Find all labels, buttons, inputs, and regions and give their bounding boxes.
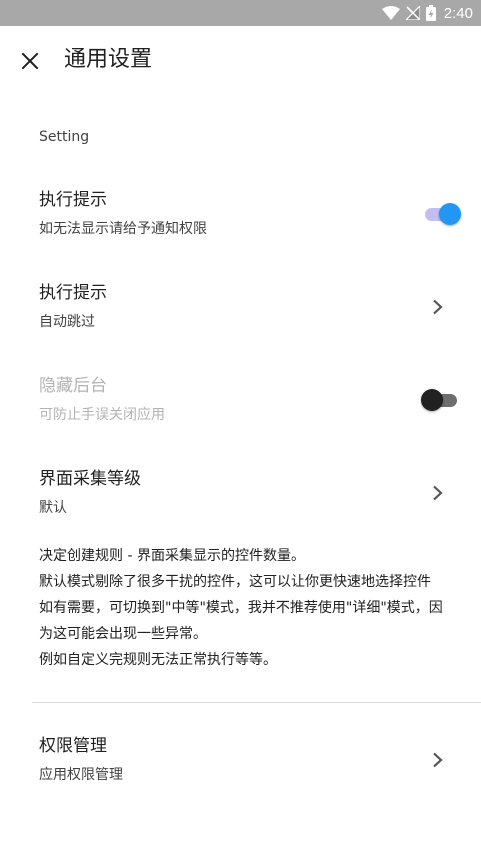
setting-subtitle: 如无法显示请给予通知权限 <box>39 221 207 237</box>
close-icon <box>21 52 39 70</box>
wifi-icon <box>381 6 400 20</box>
setting-row-permissions[interactable]: 权限管理 应用权限管理 <box>0 726 481 798</box>
description-line: 默认模式剔除了很多干扰的控件，这可以让你更快速地选择控件 <box>39 574 431 590</box>
description-line: 决定创建规则 - 界面采集显示的控件数量。 <box>39 548 305 564</box>
setting-row-capture-level[interactable]: 界面采集等级 默认 <box>0 459 481 531</box>
description-line: 为这可能会出现一些异常。 <box>39 626 207 642</box>
setting-title: 界面采集等级 <box>39 469 141 489</box>
setting-row-auto-skip[interactable]: 执行提示 自动跳过 <box>0 273 481 345</box>
no-signal-icon <box>405 6 420 20</box>
setting-subtitle: 可防止手误关闭应用 <box>39 407 165 423</box>
toggle-thumb <box>439 203 461 225</box>
setting-subtitle: 默认 <box>39 500 67 516</box>
execution-hint-toggle[interactable] <box>423 202 461 226</box>
chevron-right-icon <box>433 299 443 315</box>
setting-title: 执行提示 <box>39 190 107 210</box>
section-header: Setting <box>39 129 90 145</box>
description-line: 例如自定义完规则无法正常执行等等。 <box>39 652 277 668</box>
chevron-right-icon <box>433 752 443 768</box>
setting-title: 执行提示 <box>39 283 107 303</box>
divider <box>32 702 481 703</box>
setting-subtitle: 应用权限管理 <box>39 767 123 783</box>
status-time: 2:40 <box>443 4 473 22</box>
capture-level-description: 决定创建规则 - 界面采集显示的控件数量。 默认模式剔除了很多干扰的控件，这可以… <box>39 543 469 673</box>
setting-title: 权限管理 <box>39 736 107 756</box>
status-bar: 2:40 <box>0 0 481 26</box>
setting-subtitle: 自动跳过 <box>39 314 95 330</box>
chevron-right-icon <box>433 485 443 501</box>
page-title: 通用设置 <box>64 47 153 72</box>
battery-charging-icon <box>425 5 436 21</box>
app-bar: 通用设置 <box>0 26 481 96</box>
close-button[interactable] <box>12 43 48 79</box>
toggle-thumb <box>421 389 443 411</box>
hide-background-toggle[interactable] <box>421 388 459 412</box>
status-icons: 2:40 <box>381 0 473 26</box>
setting-row-hide-background[interactable]: 隐藏后台 可防止手误关闭应用 <box>0 366 481 438</box>
setting-title: 隐藏后台 <box>39 376 107 396</box>
description-line: 如有需要，可切换到"中等"模式，我并不推荐使用"详细"模式，因 <box>39 600 443 616</box>
setting-row-execution-hint[interactable]: 执行提示 如无法显示请给予通知权限 <box>0 180 481 252</box>
